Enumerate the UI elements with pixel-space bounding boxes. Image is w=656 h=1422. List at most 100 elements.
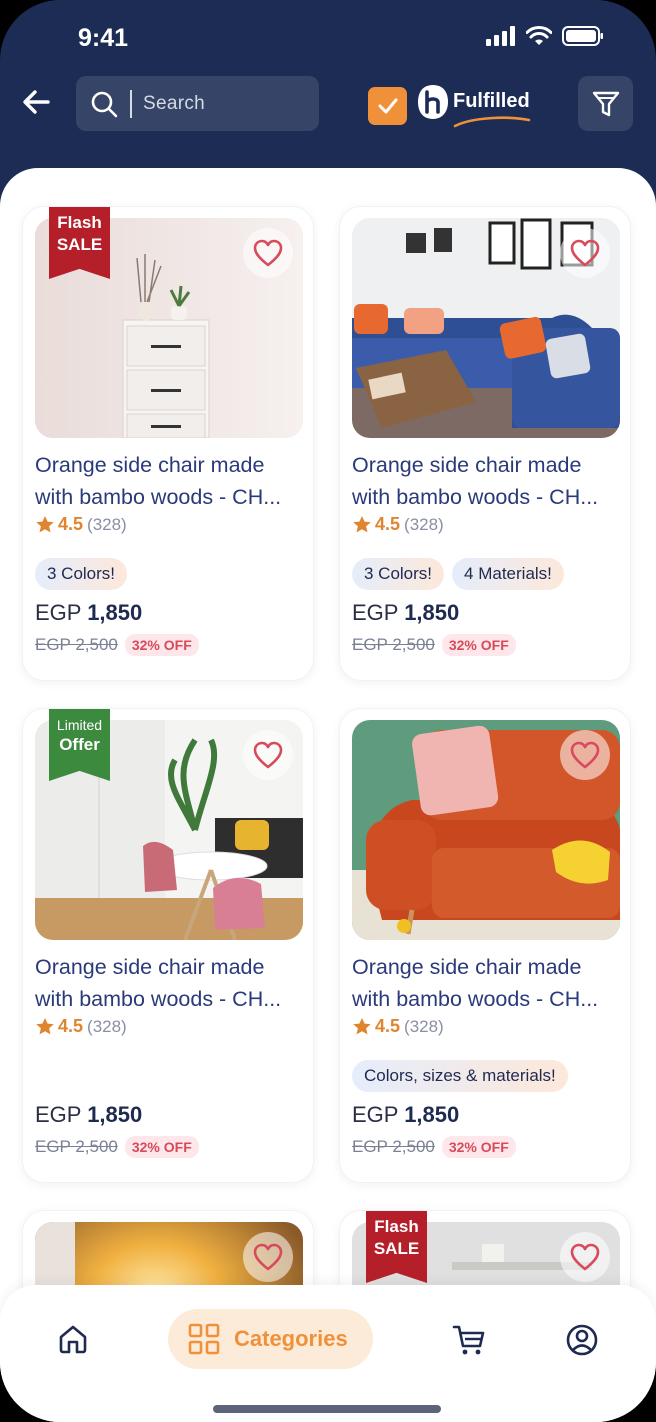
favorite-button[interactable] xyxy=(243,228,293,278)
fulfilled-checkbox[interactable] xyxy=(368,87,407,125)
product-rating: 4.5 (328) xyxy=(35,514,127,535)
star-icon xyxy=(353,516,371,533)
favorite-button[interactable] xyxy=(243,730,293,780)
review-count: (328) xyxy=(87,514,127,534)
filter-button[interactable] xyxy=(578,76,633,131)
status-icons xyxy=(486,26,604,46)
product-price: EGP 1,850 xyxy=(352,1102,459,1128)
product-title[interactable]: Orange side chair made with bambo woods … xyxy=(35,449,310,513)
status-time: 9:41 xyxy=(78,24,129,52)
price-value: 1,850 xyxy=(87,1102,143,1127)
price-currency: EGP xyxy=(35,600,82,625)
heart-icon xyxy=(570,741,600,769)
product-price: EGP 1,850 xyxy=(35,1102,142,1128)
favorite-button[interactable] xyxy=(560,228,610,278)
nav-categories[interactable]: Categories xyxy=(168,1309,373,1369)
variant-chip: 3 Colors! xyxy=(35,558,128,590)
flash-sale-ribbon: Flash SALE xyxy=(49,207,110,279)
ribbon-line2: SALE xyxy=(56,235,103,254)
discount-badge: 32% OFF xyxy=(441,1136,516,1158)
ribbon-line2: SALE xyxy=(373,1239,420,1258)
ribbon-line1: Flash xyxy=(57,213,102,232)
rating-value: 4.5 xyxy=(58,514,84,534)
old-price: EGP 2,500 xyxy=(35,1137,118,1156)
product-title[interactable]: Orange side chair made with bambo woods … xyxy=(35,951,310,1015)
product-rating: 4.5 (328) xyxy=(352,514,444,535)
product-card[interactable]: Orange side chair made with bambo woods … xyxy=(339,708,631,1183)
status-bar: 9:41 xyxy=(0,0,656,70)
nav-categories-label: Categories xyxy=(234,1326,348,1351)
discount-badge: 32% OFF xyxy=(124,1136,199,1158)
product-title[interactable]: Orange side chair made with bambo woods … xyxy=(352,449,627,513)
filter-icon xyxy=(592,91,619,116)
old-price: EGP 2,500 xyxy=(35,635,118,654)
search-input[interactable]: Search xyxy=(76,76,319,131)
phone-screen: 9:41 Search Fulfilled Flash SALE Orange … xyxy=(0,0,656,1422)
variant-chip: Colors, sizes & materials! xyxy=(352,1060,568,1092)
star-icon xyxy=(353,1018,371,1035)
wifi-icon xyxy=(526,26,552,45)
old-price-row: EGP 2,500 32% OFF xyxy=(352,634,516,656)
fulfilled-logo-icon xyxy=(418,85,448,119)
price-currency: EGP xyxy=(35,1102,82,1127)
discount-badge: 32% OFF xyxy=(441,634,516,656)
product-card[interactable]: Orange side chair made with bambo woods … xyxy=(339,206,631,681)
rating-value: 4.5 xyxy=(58,1016,84,1036)
heart-icon xyxy=(253,741,283,769)
ribbon-line2: Offer xyxy=(59,735,100,754)
old-price: EGP 2,500 xyxy=(352,1137,435,1156)
variant-chip: 4 Materials! xyxy=(452,558,564,590)
fulfilled-label: Fulfilled xyxy=(453,90,530,112)
discount-badge: 32% OFF xyxy=(124,634,199,656)
limited-offer-ribbon: Limited Offer xyxy=(49,709,110,781)
old-price: EGP 2,500 xyxy=(352,635,435,654)
review-count: (328) xyxy=(404,514,444,534)
home-icon[interactable] xyxy=(57,1323,89,1355)
product-image[interactable] xyxy=(352,720,620,940)
old-price-row: EGP 2,500 32% OFF xyxy=(35,634,199,656)
variant-chips: Colors, sizes & materials! xyxy=(352,1060,568,1092)
star-icon xyxy=(36,516,54,533)
product-title-line2: with bambo woods - CH... xyxy=(35,485,282,509)
old-price-row: EGP 2,500 32% OFF xyxy=(35,1136,199,1158)
heart-icon xyxy=(570,239,600,267)
battery-icon xyxy=(562,26,603,46)
product-card[interactable]: Limited Offer Orange side chair made wit… xyxy=(22,708,314,1183)
product-rating: 4.5 (328) xyxy=(352,1016,444,1037)
rating-value: 4.5 xyxy=(375,514,401,534)
cart-icon[interactable] xyxy=(452,1323,486,1357)
favorite-button[interactable] xyxy=(243,1232,293,1282)
favorite-button[interactable] xyxy=(560,730,610,780)
product-image[interactable] xyxy=(352,218,620,438)
product-title-line2: with bambo woods - CH... xyxy=(35,987,282,1011)
search-icon xyxy=(91,91,118,117)
home-indicator xyxy=(213,1405,441,1413)
product-rating: 4.5 (328) xyxy=(35,1016,127,1037)
fulfilled-underline xyxy=(453,116,531,128)
heart-icon xyxy=(253,1243,283,1271)
product-card[interactable]: Flash SALE xyxy=(22,206,314,681)
product-title-line1: Orange side chair made xyxy=(352,453,582,477)
price-currency: EGP xyxy=(352,1102,399,1127)
product-title-line1: Orange side chair made xyxy=(352,955,582,979)
back-arrow-icon[interactable] xyxy=(20,86,52,118)
favorite-button[interactable] xyxy=(560,1232,610,1282)
price-currency: EGP xyxy=(352,600,399,625)
review-count: (328) xyxy=(404,1016,444,1036)
product-title-line1: Orange side chair made xyxy=(35,955,265,979)
search-placeholder: Search xyxy=(143,92,206,114)
review-count: (328) xyxy=(87,1016,127,1036)
signal-icon xyxy=(486,26,515,46)
product-title[interactable]: Orange side chair made with bambo woods … xyxy=(352,951,627,1015)
variant-chips: 3 Colors! 4 Materials! xyxy=(352,558,564,590)
categories-icon xyxy=(188,1323,220,1355)
price-value: 1,850 xyxy=(404,1102,460,1127)
variant-chip: 3 Colors! xyxy=(352,558,445,590)
profile-icon[interactable] xyxy=(565,1323,599,1357)
product-title-line2: with bambo woods - CH... xyxy=(352,987,599,1011)
heart-icon xyxy=(570,1243,600,1271)
product-title-line1: Orange side chair made xyxy=(35,453,265,477)
checkmark-icon xyxy=(378,98,397,114)
product-title-line2: with bambo woods - CH... xyxy=(352,485,599,509)
product-price: EGP 1,850 xyxy=(35,600,142,626)
